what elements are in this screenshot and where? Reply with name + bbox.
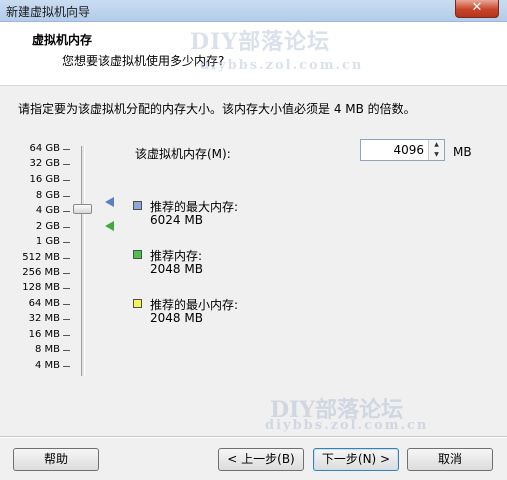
tick-mark bbox=[63, 164, 70, 165]
help-button[interactable]: 帮助 bbox=[13, 448, 99, 471]
tick-mark bbox=[63, 180, 70, 181]
tick-mark bbox=[63, 288, 70, 289]
tick-mark bbox=[63, 258, 70, 259]
tick-label: 1 GB bbox=[35, 236, 60, 247]
recommended-memory-marker-icon bbox=[105, 221, 114, 231]
spin-up-icon[interactable]: ▲ bbox=[429, 140, 444, 150]
memory-slider[interactable]: 64 GB 32 GB 16 GB 8 GB 4 GB 2 GB 1 GB 51… bbox=[0, 140, 130, 380]
tick-label: 512 MB bbox=[22, 252, 60, 263]
tick-mark bbox=[63, 304, 70, 305]
tick-label: 8 MB bbox=[34, 344, 60, 355]
square-yellow-icon bbox=[133, 299, 142, 308]
tick-label: 32 MB bbox=[28, 313, 60, 324]
memory-spinbox[interactable]: 4096 ▲ ▼ bbox=[360, 139, 445, 161]
footer-divider bbox=[0, 436, 507, 438]
spin-arrows: ▲ ▼ bbox=[428, 140, 444, 160]
tick-label: 4 GB bbox=[35, 205, 60, 216]
slider-track[interactable] bbox=[81, 146, 85, 376]
tick-mark bbox=[63, 366, 70, 367]
slider-thumb[interactable] bbox=[73, 204, 92, 214]
tick-label: 8 GB bbox=[35, 190, 60, 201]
tick-mark bbox=[63, 227, 70, 228]
tick-label: 256 MB bbox=[22, 267, 60, 278]
max-memory-marker-icon bbox=[105, 197, 114, 207]
tick-mark bbox=[63, 335, 70, 336]
back-button[interactable]: < 上一步(B) bbox=[218, 448, 304, 471]
tick-label: 16 MB bbox=[28, 329, 60, 340]
close-icon: ✕ bbox=[471, 0, 483, 15]
close-button[interactable]: ✕ bbox=[455, 0, 499, 18]
memory-unit: MB bbox=[453, 145, 472, 159]
square-blue-icon bbox=[133, 201, 142, 210]
tick-label: 128 MB bbox=[22, 282, 60, 293]
tick-mark bbox=[63, 242, 70, 243]
cancel-button[interactable]: 取消 bbox=[407, 448, 493, 471]
watermark-url: diybbs.zol.com.cn bbox=[200, 58, 364, 73]
legend-value: 6024 MB bbox=[150, 213, 203, 227]
tick-label: 64 GB bbox=[29, 143, 60, 154]
legend-value: 2048 MB bbox=[150, 311, 203, 325]
window-title: 新建虚拟机向导 bbox=[6, 5, 91, 19]
tick-mark bbox=[63, 196, 70, 197]
tick-label: 32 GB bbox=[29, 158, 60, 169]
tick-mark bbox=[63, 350, 70, 351]
next-button[interactable]: 下一步(N) > bbox=[313, 448, 399, 471]
watermark-url: diybbs.zol.com.cn bbox=[265, 418, 429, 433]
tick-label: 16 GB bbox=[29, 174, 60, 185]
page-title: 虚拟机内存 bbox=[32, 33, 93, 47]
square-green-icon bbox=[133, 250, 142, 259]
tick-mark bbox=[63, 319, 70, 320]
instruction-text: 请指定要为该虚拟机分配的内存大小。该内存大小值必须是 4 MB 的倍数。 bbox=[18, 102, 416, 116]
memory-input[interactable]: 4096 bbox=[393, 143, 424, 157]
tick-mark bbox=[63, 211, 70, 212]
tick-label: 64 MB bbox=[28, 298, 60, 309]
tick-mark bbox=[63, 149, 70, 150]
memory-label: 该虚拟机内存(M): bbox=[135, 147, 231, 161]
tick-mark bbox=[63, 273, 70, 274]
tick-label: 4 MB bbox=[34, 360, 60, 371]
spin-down-icon[interactable]: ▼ bbox=[429, 150, 444, 160]
watermark-logo: DIY部落论坛 bbox=[190, 29, 331, 55]
tick-label: 2 GB bbox=[35, 221, 60, 232]
legend-value: 2048 MB bbox=[150, 262, 203, 276]
wizard-header: 虚拟机内存 您想要该虚拟机使用多少内存? DIY部落论坛 diybbs.zol.… bbox=[0, 22, 507, 86]
title-bar: 新建虚拟机向导 ✕ bbox=[0, 0, 507, 22]
